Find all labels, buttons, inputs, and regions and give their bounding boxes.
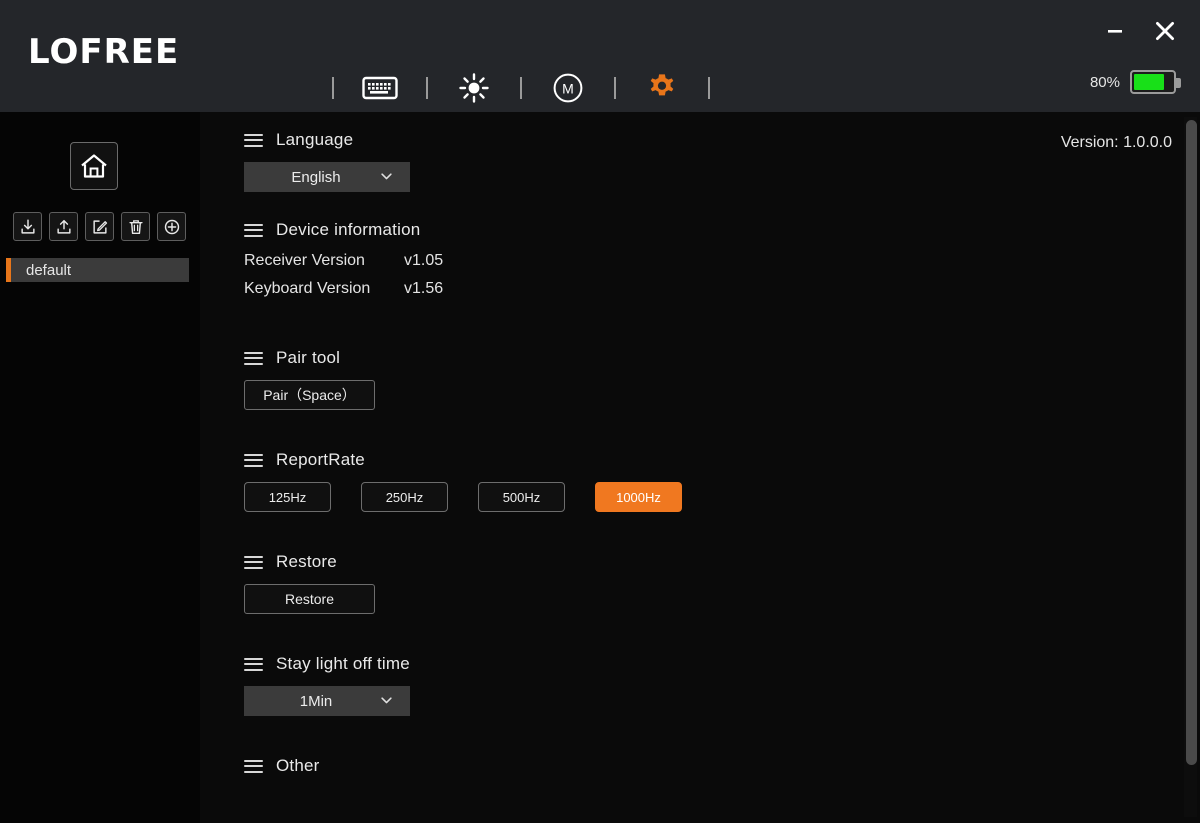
list-icon xyxy=(244,454,263,467)
tab-settings[interactable] xyxy=(638,66,686,110)
section-title: Language xyxy=(276,130,353,150)
profile-toolbar xyxy=(13,212,186,241)
version-label: Version: 1.0.0.0 xyxy=(1061,134,1172,152)
receiver-version-key: Receiver Version xyxy=(244,252,404,270)
home-icon xyxy=(79,152,109,180)
device-info-row: Receiver Version v1.05 xyxy=(244,252,1074,270)
main-toolbar: M xyxy=(310,66,732,110)
report-rate-125[interactable]: 125Hz xyxy=(244,482,331,512)
report-rate-options: 125Hz 250Hz 500Hz 1000Hz xyxy=(244,482,1074,512)
sidebar: default xyxy=(0,112,200,823)
chevron-down-icon xyxy=(381,697,392,704)
toolbar-divider xyxy=(332,77,334,99)
edit-button[interactable] xyxy=(85,212,114,241)
export-button[interactable] xyxy=(49,212,78,241)
section-title: Restore xyxy=(276,552,337,572)
section-title: Other xyxy=(276,756,320,776)
window-controls xyxy=(1098,14,1182,48)
sidebar-item-default[interactable]: default xyxy=(6,258,189,282)
receiver-version-value: v1.05 xyxy=(404,252,443,270)
keyboard-icon xyxy=(362,75,398,101)
app-logo: LOFREE xyxy=(28,32,179,72)
edit-icon xyxy=(91,218,109,236)
import-icon xyxy=(19,218,37,236)
report-rate-1000[interactable]: 1000Hz xyxy=(595,482,682,512)
list-icon xyxy=(244,658,263,671)
language-select-value: English xyxy=(291,169,340,186)
scrollbar-thumb[interactable] xyxy=(1186,120,1197,765)
section-header-language: Language xyxy=(244,130,1074,150)
section-header-device-information: Device information xyxy=(244,220,1074,240)
keyboard-version-value: v1.56 xyxy=(404,280,443,298)
export-icon xyxy=(55,218,73,236)
import-button[interactable] xyxy=(13,212,42,241)
list-icon xyxy=(244,556,263,569)
home-button[interactable] xyxy=(70,142,118,190)
section-header-restore: Restore xyxy=(244,552,1074,572)
stay-light-off-time-value: 1Min xyxy=(300,693,333,710)
section-header-pair-tool: Pair tool xyxy=(244,348,1074,368)
section-title: Pair tool xyxy=(276,348,340,368)
section-header-report-rate: ReportRate xyxy=(244,450,1074,470)
report-rate-500[interactable]: 500Hz xyxy=(478,482,565,512)
settings-gear-icon xyxy=(647,73,677,103)
close-button[interactable] xyxy=(1148,14,1182,48)
list-icon xyxy=(244,224,263,237)
list-icon xyxy=(244,760,263,773)
toolbar-divider xyxy=(520,77,522,99)
add-button[interactable] xyxy=(157,212,186,241)
language-select[interactable]: English xyxy=(244,162,410,192)
section-header-stay-light-off-time: Stay light off time xyxy=(244,654,1074,674)
section-header-other: Other xyxy=(244,756,1074,776)
add-icon xyxy=(163,218,181,236)
battery-fill xyxy=(1134,74,1164,90)
tab-lighting[interactable] xyxy=(450,66,498,110)
settings-panel: Version: 1.0.0.0 Language English Device… xyxy=(200,112,1200,823)
pair-button[interactable]: Pair（Space） xyxy=(244,380,375,410)
tab-macro[interactable]: M xyxy=(544,66,592,110)
delete-icon xyxy=(127,218,145,236)
stay-light-off-time-select[interactable]: 1Min xyxy=(244,686,410,716)
svg-text:M: M xyxy=(562,81,574,97)
keyboard-version-key: Keyboard Version xyxy=(244,280,404,298)
toolbar-divider xyxy=(708,77,710,99)
section-title: ReportRate xyxy=(276,450,365,470)
list-icon xyxy=(244,352,263,365)
battery-percent-label: 80% xyxy=(1090,74,1120,91)
vertical-scrollbar[interactable] xyxy=(1184,117,1197,817)
app-window: LOFREE xyxy=(0,0,1200,823)
section-title: Device information xyxy=(276,220,420,240)
restore-button[interactable]: Restore xyxy=(244,584,375,614)
close-icon xyxy=(1152,18,1178,44)
device-info-row: Keyboard Version v1.56 xyxy=(244,280,1074,298)
macro-icon: M xyxy=(552,72,584,104)
battery-icon xyxy=(1130,70,1176,94)
toolbar-divider xyxy=(614,77,616,99)
section-title: Stay light off time xyxy=(276,654,410,674)
chevron-down-icon xyxy=(381,173,392,180)
toolbar-divider xyxy=(426,77,428,99)
minimize-icon xyxy=(1103,19,1127,43)
delete-button[interactable] xyxy=(121,212,150,241)
brightness-icon xyxy=(458,72,490,104)
tab-keyboard[interactable] xyxy=(356,66,404,110)
battery-indicator: 80% xyxy=(1090,70,1176,94)
title-bar: LOFREE xyxy=(0,0,1200,112)
report-rate-250[interactable]: 250Hz xyxy=(361,482,448,512)
minimize-button[interactable] xyxy=(1098,14,1132,48)
list-icon xyxy=(244,134,263,147)
selected-accent-bar xyxy=(6,258,11,282)
settings-content: Language English Device information Rece… xyxy=(244,130,1074,788)
profile-label: default xyxy=(26,262,71,279)
